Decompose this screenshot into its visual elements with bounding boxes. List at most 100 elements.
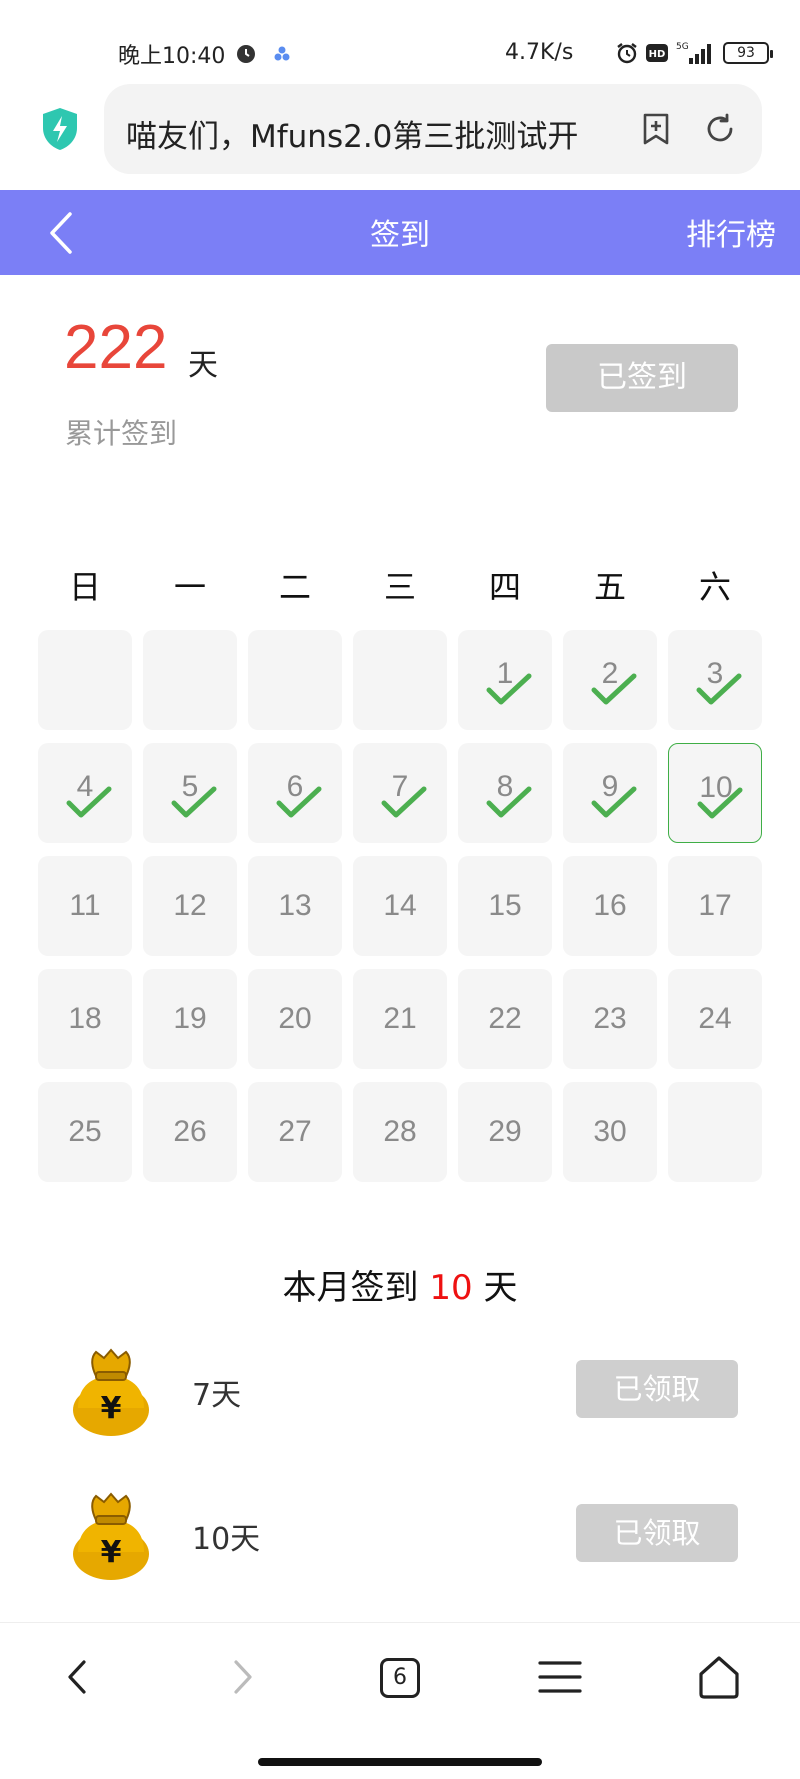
month-signin-count: 10 [429, 1268, 473, 1308]
calendar-day-6: 6 [248, 743, 342, 843]
app-notification-icon [274, 46, 290, 61]
bottom-nav-divider [0, 1622, 800, 1623]
clock-icon [237, 45, 255, 63]
calendar-day-19: 19 [143, 969, 237, 1069]
claimed-button[interactable]: 已领取 [576, 1360, 738, 1418]
checkmark-icon [66, 786, 112, 818]
calendar-day-26: 26 [143, 1082, 237, 1182]
calendar-day-number: 18 [68, 1002, 102, 1035]
calendar-day-number: 21 [383, 1002, 417, 1035]
calendar-day-number: 16 [593, 889, 627, 922]
weekday-fri: 五 [593, 568, 626, 606]
network-speed: 4.7K/s [505, 40, 574, 65]
header-title: 签到 [370, 218, 430, 253]
claimed-button[interactable]: 已领取 [576, 1504, 738, 1562]
refresh-icon[interactable] [702, 111, 738, 147]
checkmark-icon [697, 787, 743, 819]
hd-icon: HD [646, 44, 668, 62]
total-days-label: 累计签到 [65, 417, 178, 450]
calendar-day-20: 20 [248, 969, 342, 1069]
calendar-day-22: 22 [458, 969, 552, 1069]
checkmark-icon [591, 786, 637, 818]
calendar-empty-cell [668, 1082, 762, 1182]
calendar-day-17: 17 [668, 856, 762, 956]
calendar-day-number: 11 [69, 889, 101, 922]
calendar-day-5: 5 [143, 743, 237, 843]
calendar-day-30: 30 [563, 1082, 657, 1182]
status-bar: 晚上10:40 4.7K/s HD 5G 93 [0, 0, 800, 80]
calendar-day-number: 19 [173, 1002, 207, 1035]
checkmark-icon [381, 786, 427, 818]
month-summary-prefix: 本月签到 [282, 1268, 419, 1308]
calendar-day-number: 28 [383, 1115, 417, 1148]
calendar-day-29: 29 [458, 1082, 552, 1182]
calendar-day-27: 27 [248, 1082, 342, 1182]
calendar-day-3: 3 [668, 630, 762, 730]
month-summary: 本月签到 10 天 [0, 1260, 800, 1309]
calendar-day-4: 4 [38, 743, 132, 843]
calendar-day-9: 9 [563, 743, 657, 843]
money-bag-icon: ¥ [73, 1492, 149, 1580]
calendar-day-number: 15 [488, 889, 522, 922]
add-bookmark-icon[interactable] [638, 111, 674, 147]
svg-text:¥: ¥ [101, 1391, 122, 1426]
calendar-day-2: 2 [563, 630, 657, 730]
checkmark-icon [696, 673, 742, 705]
security-shield-icon[interactable] [40, 106, 80, 152]
total-days-count: 222 [64, 313, 168, 382]
calendar-day-11: 11 [38, 856, 132, 956]
weekday-wed: 三 [383, 568, 416, 606]
calendar-day-7: 7 [353, 743, 447, 843]
calendar-day-18: 18 [38, 969, 132, 1069]
calendar-day-number: 13 [278, 889, 312, 922]
checkmark-icon [486, 673, 532, 705]
calendar-day-number: 14 [383, 889, 417, 922]
calendar-day-number: 17 [698, 889, 732, 922]
calendar-day-number: 12 [173, 889, 207, 922]
tabs-button[interactable]: 6 [380, 1658, 420, 1698]
calendar-day-number: 23 [593, 1002, 627, 1035]
page-title: 喵友们，Mfuns2.0第三批测试开 [126, 119, 579, 155]
calendar-day-number: 25 [68, 1115, 102, 1148]
checkmark-icon [591, 673, 637, 705]
calendar-day-21: 21 [353, 969, 447, 1069]
leaderboard-link[interactable]: 排行榜 [686, 210, 776, 254]
calendar-day-number: 20 [278, 1002, 312, 1035]
weekday-mon: 一 [173, 568, 206, 606]
calendar-day-12: 12 [143, 856, 237, 956]
nav-back-icon[interactable] [56, 1654, 102, 1700]
svg-text:¥: ¥ [101, 1535, 122, 1570]
calendar-day-number: 27 [278, 1115, 312, 1148]
reward-label: 10天 [192, 1522, 261, 1557]
calendar-day-1: 1 [458, 630, 552, 730]
calendar-day-16: 16 [563, 856, 657, 956]
signed-in-button[interactable]: 已签到 [546, 344, 738, 412]
menu-icon[interactable] [537, 1654, 583, 1700]
svg-text:5G: 5G [676, 42, 689, 52]
svg-text:HD: HD [649, 49, 666, 60]
calendar-day-8: 8 [458, 743, 552, 843]
money-bag-icon: ¥ [73, 1348, 149, 1436]
home-indicator[interactable] [258, 1758, 542, 1766]
calendar-day-28: 28 [353, 1082, 447, 1182]
signal-icon: 5G [676, 42, 711, 64]
calendar-day-number: 22 [488, 1002, 522, 1035]
calendar-empty-cell [248, 630, 342, 730]
calendar-day-13: 13 [248, 856, 342, 956]
nav-forward-icon[interactable] [218, 1654, 264, 1700]
weekday-sat: 六 [698, 568, 731, 606]
battery-icon: 93 [723, 42, 773, 64]
calendar-day-15: 15 [458, 856, 552, 956]
calendar-day-14: 14 [353, 856, 447, 956]
checkmark-icon [276, 786, 322, 818]
status-icons: HD 5G 93 [615, 40, 773, 66]
browser-toolbar: 喵友们，Mfuns2.0第三批测试开 [0, 84, 800, 176]
address-bar[interactable]: 喵友们，Mfuns2.0第三批测试开 [104, 84, 762, 174]
home-icon[interactable] [696, 1654, 742, 1700]
calendar-empty-cell [38, 630, 132, 730]
calendar-day-23: 23 [563, 969, 657, 1069]
calendar-day-number: 30 [593, 1115, 627, 1148]
reward-label: 7天 [192, 1378, 242, 1413]
calendar-empty-cell [143, 630, 237, 730]
weekday-sun: 日 [68, 568, 101, 606]
